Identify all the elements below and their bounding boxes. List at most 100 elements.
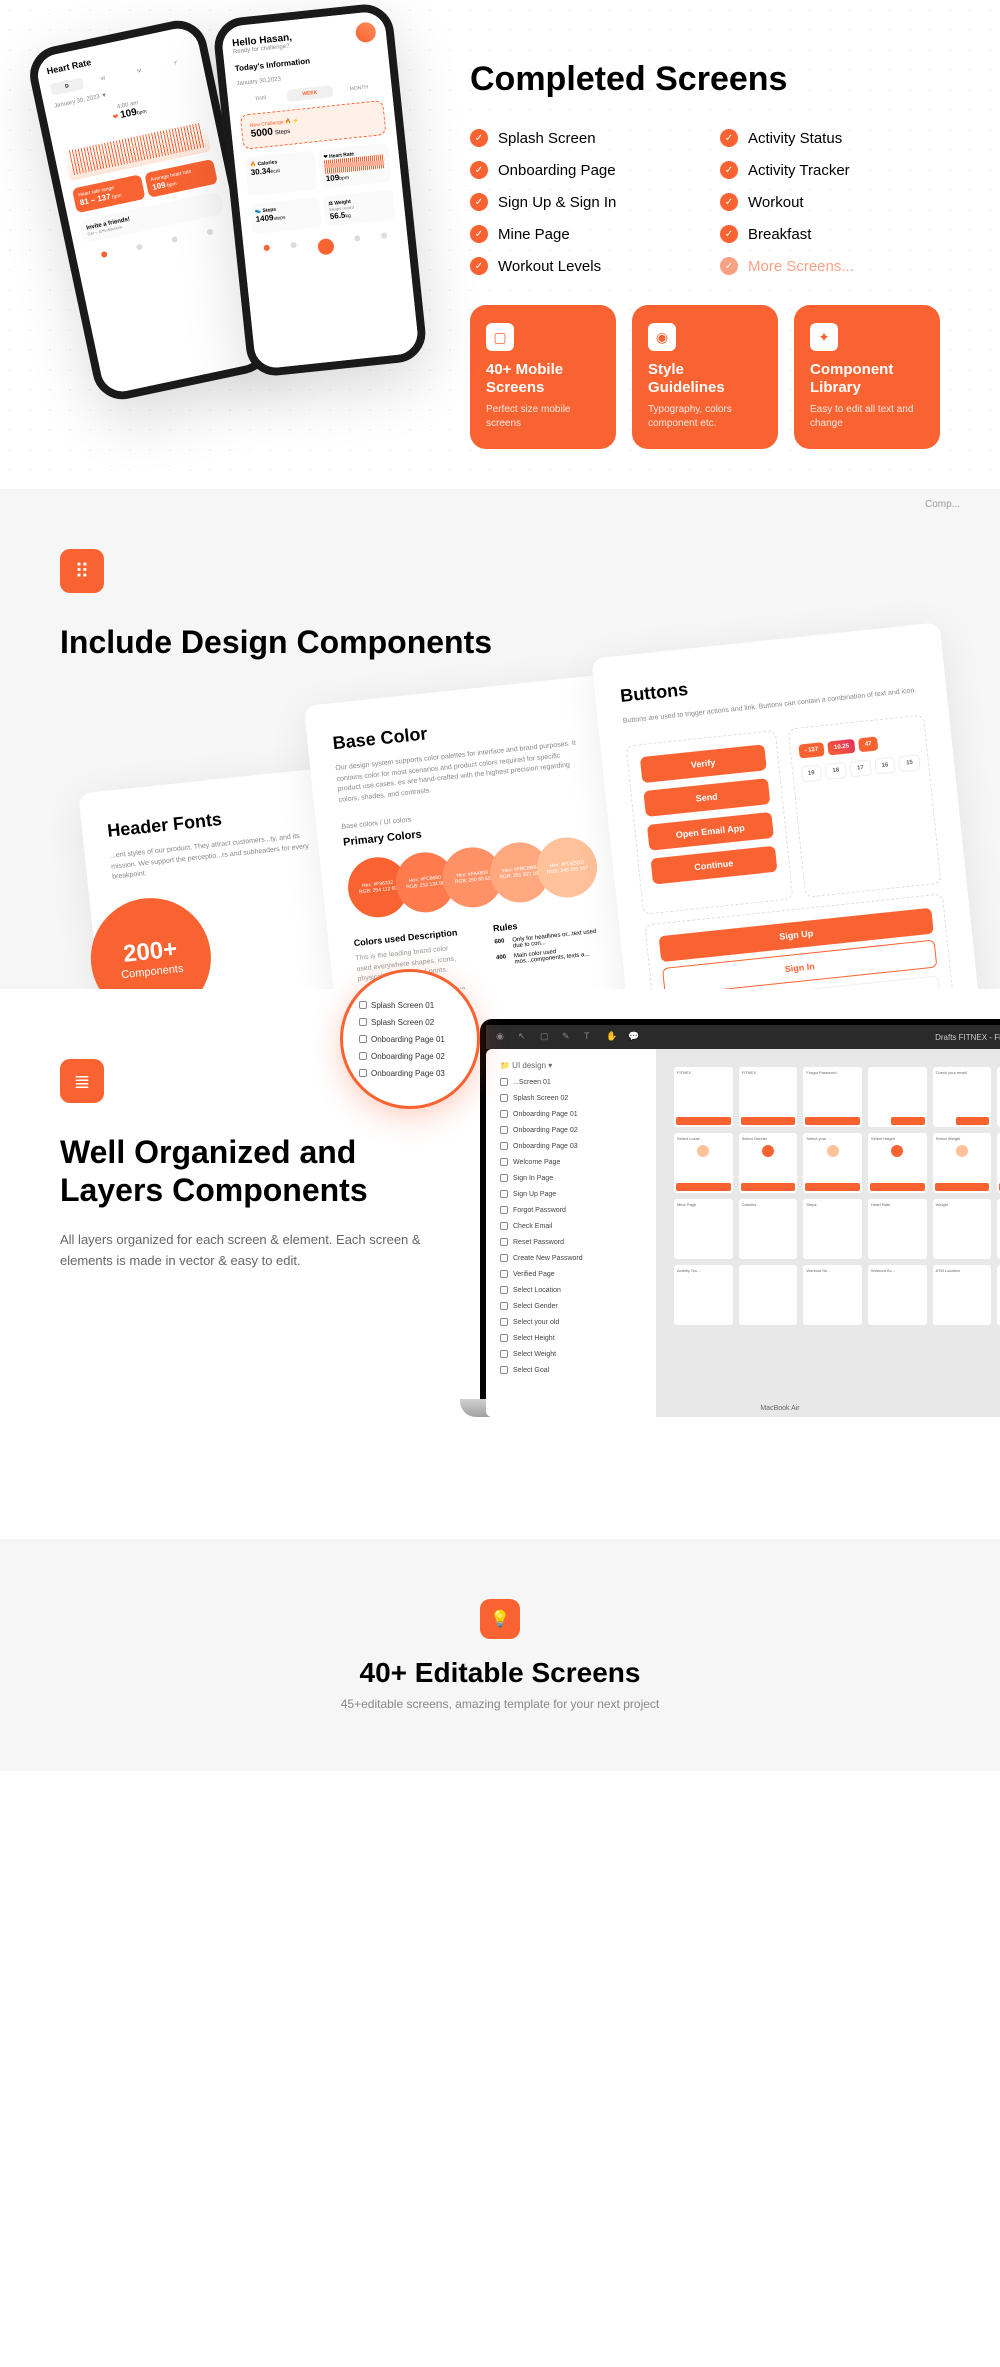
check-item-more: ✓More Screens... (720, 257, 940, 275)
stat-avg: Average heart rate 109 bpm (144, 159, 218, 198)
verify-button: Verify (640, 744, 767, 783)
color-swatches: Hex: #F96332RGB: 254 112 60 Hex: #FC8660… (345, 834, 600, 920)
grid-icon: ⠿ (60, 549, 104, 593)
check-item: ✓Activity Tracker (720, 161, 940, 179)
figma-screen-thumb (739, 1265, 798, 1325)
weight-stat: ⚖ Weight Weight record 56.5kg (323, 189, 396, 226)
figma-screen-thumb: Mine Page (674, 1199, 733, 1259)
figma-screen-thumb: Select Locat... (674, 1133, 733, 1193)
layer-item: Splash Screen 02 (494, 1090, 648, 1106)
section-organized-layers: ≣ Well Organized and Layers Components A… (0, 989, 1000, 1539)
frame-icon (500, 1206, 508, 1214)
check-item: ✓Workout (720, 193, 940, 211)
components-circle: 200+ Components (85, 892, 217, 989)
frame-icon (359, 1018, 367, 1026)
figma-screen-thumb: Workout Se... (803, 1265, 862, 1325)
frame-icon (500, 1286, 508, 1294)
avatar (355, 21, 377, 43)
zoom-layer-item: Splash Screen 02 (353, 1014, 467, 1031)
figma-toolbar: ◉ ↖ ▢ ✎ T ✋ 💬 Drafts FITNEX - Fitness Mo… (486, 1025, 1000, 1049)
figma-logo-icon: ◉ (496, 1031, 508, 1043)
layer-item: ...Screen 01 (494, 1074, 648, 1090)
layer-item: Onboarding Page 02 (494, 1122, 648, 1138)
frame-icon (359, 1035, 367, 1043)
frame-icon (500, 1318, 508, 1326)
send-button: Send (643, 778, 770, 817)
component-icon: ✦ (810, 323, 838, 351)
frame-icon (500, 1094, 508, 1102)
section-completed-screens: Heart Rate D W M Y January 30, 2023 ▼ 4:… (0, 0, 1000, 489)
check-icon: ✓ (470, 225, 488, 243)
zoom-layer-item: Onboarding Page 03 (353, 1065, 467, 1082)
challenge-card: New Challenge 🔥 ⚡ 5000 Steps (240, 100, 387, 150)
layer-item: Select Goal (494, 1362, 648, 1378)
zoom-layer-item: Splash Screen 01 (353, 997, 467, 1014)
zoom-layer-item: Onboarding Page 02 (353, 1048, 467, 1065)
completed-title: Completed Screens (470, 60, 940, 99)
editable-desc: 45+editable screens, amazing template fo… (60, 1697, 940, 1711)
bulb-icon: 💡 (480, 1599, 520, 1639)
checklist: ✓Splash Screen ✓Activity Status ✓Onboard… (470, 129, 940, 275)
check-item: ✓Sign Up & Sign In (470, 193, 690, 211)
check-icon: ✓ (720, 193, 738, 211)
frame-icon (500, 1142, 508, 1150)
frame-icon (359, 1052, 367, 1060)
figma-screen-thumb: Workout Sc... (868, 1265, 927, 1325)
move-icon: ↖ (518, 1031, 530, 1043)
feature-card: ▢ 40+ Mobile Screens Perfect size mobile… (470, 305, 616, 449)
figma-file-title: Drafts FITNEX - Fitness Mobile Ap... (935, 1033, 1000, 1042)
frame-icon (500, 1222, 508, 1230)
layer-item: Forgot Password (494, 1202, 648, 1218)
tab-w: W (86, 70, 121, 89)
calories-stat: 🔥 Calories 30.34kcal (244, 150, 318, 196)
feature-card: ✦ Component Library Easy to edit all tex… (794, 305, 940, 449)
check-icon: ✓ (720, 129, 738, 147)
comment-icon: 💬 (628, 1031, 640, 1043)
section-editable-screens: 💡 40+ Editable Screens 45+editable scree… (0, 1539, 1000, 1771)
zoom-circle: Splash Screen 01 Splash Screen 02 Onboar… (340, 969, 480, 1109)
phone-2: Hello Hasan, Ready for challenge? Today'… (212, 2, 429, 379)
figma-screen-thumb: ATM Location (933, 1265, 992, 1325)
figma-screen-thumb: Calories (739, 1199, 798, 1259)
figma-screen-thumb: Heart Rate (868, 1199, 927, 1259)
frame-icon (359, 1069, 367, 1077)
pen-icon: ✎ (562, 1031, 574, 1043)
frame-icon (500, 1366, 508, 1374)
layer-item: Select Weight (494, 1346, 648, 1362)
organized-desc: All layers organized for each screen & e… (60, 1230, 430, 1272)
laptop-mockup: ◉ ↖ ▢ ✎ T ✋ 💬 Drafts FITNEX - Fitness Mo… (480, 1019, 1000, 1417)
check-item: ✓Breakfast (720, 225, 940, 243)
bpm-value: 109 (119, 107, 138, 121)
frame-icon (500, 1270, 508, 1278)
email-button: Open Email App (647, 811, 774, 850)
comp-tag: Comp... (925, 499, 960, 510)
check-item: ✓Workout Levels (470, 257, 690, 275)
layer-item: Select Height (494, 1330, 648, 1346)
pill: - 137 (798, 742, 825, 759)
check-item: ✓Mine Page (470, 225, 690, 243)
pill: 10.25 (827, 738, 855, 755)
tab-y: Y (158, 54, 193, 73)
section-design-components: Comp... ⠿ Include Design Components Head… (0, 489, 1000, 989)
layer-item: Welcome Page (494, 1154, 648, 1170)
nav-dot (136, 243, 143, 250)
check-icon: ✓ (720, 225, 738, 243)
sheet-buttons: Buttons Buttons are used to trigger acti… (591, 622, 999, 989)
heartrate-stat: ❤ Heart Rate 109bpm (318, 143, 392, 189)
nav-dot (354, 235, 361, 242)
layers-icon: ≣ (60, 1059, 104, 1103)
frame-icon (500, 1110, 508, 1118)
check-item: ✓Splash Screen (470, 129, 690, 147)
frame-icon (500, 1158, 508, 1166)
tab-d: D (50, 77, 85, 96)
figma-screen-thumb: Select Height (868, 1133, 927, 1193)
check-icon: ✓ (720, 257, 738, 275)
layer-item: Verified Page (494, 1266, 648, 1282)
frame-icon (500, 1078, 508, 1086)
steps-stat: 👟 Steps 1409steps (249, 197, 322, 234)
figma-screen-thumb: FITNEX (739, 1067, 798, 1127)
frame-icon (359, 1001, 367, 1009)
nav-center (317, 238, 335, 256)
nav-dot (380, 232, 387, 239)
feature-card: ◉ Style Guidelines Typography, colors co… (632, 305, 778, 449)
